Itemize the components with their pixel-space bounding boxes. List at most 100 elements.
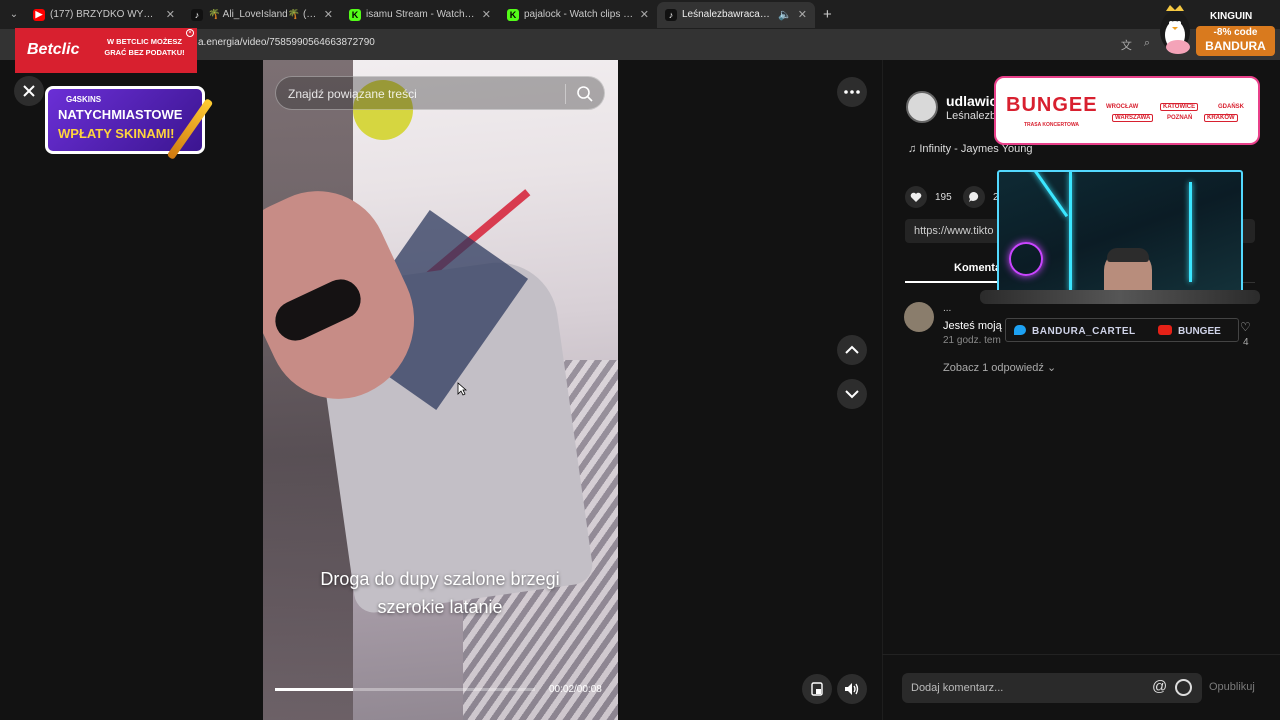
- chevron-down-icon: [845, 390, 859, 399]
- previous-video-button[interactable]: [837, 335, 867, 365]
- tab-title: Leśnalezbawracadodomu (@: [682, 9, 772, 20]
- caption-line: szerokie latanie: [377, 597, 503, 617]
- g4skins-logo: G4SKINS: [66, 95, 102, 104]
- tour-city: GDAŃSK: [1218, 104, 1245, 110]
- video-caption: Droga do dupy szalone brzegi szerokie la…: [270, 565, 610, 621]
- neon-light: [1019, 172, 1069, 218]
- details-panel: [882, 60, 1280, 720]
- kinguin-code: BANDURA: [1205, 39, 1266, 53]
- like-stat[interactable]: 195: [905, 186, 952, 208]
- video-player[interactable]: [263, 60, 618, 720]
- browser-tab-bar: ⌄ ▶ (177) BRZYDKO WYGLĄDAM? | ✕ ♪ 🌴 Ali_…: [0, 0, 1280, 29]
- browser-tab-active[interactable]: ♪ Leśnalezbawracadodomu (@ 🔈 ✕: [657, 1, 815, 28]
- kick-icon: K: [507, 8, 519, 21]
- footer-divider: [882, 654, 1280, 655]
- replies-label: Zobacz 1 odpowiedź: [943, 362, 1044, 374]
- lion-logo-icon: [1009, 242, 1043, 276]
- browser-tab[interactable]: K isamu Stream - Watch Live on K ✕: [341, 2, 499, 28]
- tab-title: pajalock - Watch clips on Kick: [524, 9, 634, 20]
- bungee-subtitle: TRASA KONCERTOWA: [1024, 122, 1079, 128]
- publish-button[interactable]: Opublikuj: [1209, 681, 1255, 693]
- tour-city: WARSZAWA: [1112, 114, 1154, 122]
- tour-city: WROCŁAW: [1106, 104, 1139, 110]
- tiktok-icon: ♪: [665, 8, 677, 21]
- kinguin-logo: KINGUIN: [1210, 11, 1253, 22]
- more-options-button[interactable]: [837, 77, 867, 107]
- tour-city: KRAKÓW: [1204, 114, 1238, 122]
- author-name[interactable]: udlawic: [946, 93, 997, 109]
- bungee-tour-overlay: BUNGEE TRASA KONCERTOWA WROCŁAW KATOWICE…: [994, 76, 1260, 145]
- url-text[interactable]: a.energia/video/7585990564663872790: [198, 37, 375, 48]
- mention-icon[interactable]: @: [1152, 678, 1167, 695]
- zoom-icon[interactable]: ⌕: [1144, 37, 1150, 53]
- streamer-socials-overlay: BANDURA_CARTEL BUNGEE: [1005, 318, 1239, 342]
- comment-like-count: 4: [1243, 337, 1249, 348]
- browser-tab[interactable]: ♪ 🌴 Ali_LoveIsland🌴 (@ali5call) ✕: [183, 2, 341, 28]
- chevron-up-icon: [845, 345, 859, 354]
- progress-fill: [275, 688, 353, 691]
- speaker-icon[interactable]: 🔈: [778, 8, 792, 21]
- kinguin-discount: -8% code: [1213, 27, 1258, 38]
- kick-icon: K: [349, 8, 361, 21]
- streamer-headset: [1107, 248, 1149, 262]
- video-search-bar[interactable]: Znajdź powiązane treści: [275, 76, 605, 110]
- translate-icon[interactable]: 文: [1121, 37, 1132, 53]
- close-icon[interactable]: ✕: [166, 8, 175, 21]
- comment-time: 21 godz. tem: [943, 335, 1001, 346]
- browser-tab[interactable]: ▶ (177) BRZYDKO WYGLĄDAM? | ✕: [25, 2, 183, 28]
- twitter-icon: [1014, 325, 1026, 335]
- chevron-down-icon: ⌄: [1046, 362, 1057, 374]
- caption-line: Droga do dupy szalone brzegi: [320, 569, 560, 589]
- next-video-button[interactable]: [837, 379, 867, 409]
- comment-icon[interactable]: [963, 186, 985, 208]
- tour-city: KATOWICE: [1160, 103, 1199, 111]
- betclic-ad-overlay: Betclic W BETCLIC MOŻESZ GRAĆ BEZ PODATK…: [15, 28, 197, 73]
- penguin-mascot-icon: [1160, 5, 1190, 54]
- avatar[interactable]: [906, 91, 938, 123]
- author-nickname[interactable]: Leśnalezb: [946, 110, 996, 122]
- close-icon: ×: [186, 29, 194, 37]
- comment-stat[interactable]: 2: [963, 186, 999, 208]
- new-tab-button[interactable]: +: [823, 6, 832, 23]
- like-count: 195: [935, 191, 952, 203]
- close-video-button[interactable]: [14, 76, 44, 106]
- g4skins-headline: NATYCHMIASTOWE: [58, 107, 183, 122]
- kinguin-ad-overlay: KINGUIN -8% code BANDURA: [1152, 3, 1277, 58]
- emoji-icon[interactable]: [1175, 679, 1192, 696]
- browser-tab[interactable]: K pajalock - Watch clips on Kick ✕: [499, 2, 657, 28]
- tour-city: POZNAŃ: [1167, 115, 1193, 121]
- close-icon[interactable]: ✕: [324, 8, 333, 21]
- comment-text: Jesteś moją: [943, 320, 1002, 332]
- view-replies-button[interactable]: Zobacz 1 odpowiedź ⌄: [943, 361, 1056, 374]
- neon-light: [1069, 172, 1072, 292]
- close-icon[interactable]: ✕: [482, 8, 491, 21]
- pip-icon: [811, 682, 823, 696]
- music-note-icon: ♫: [908, 143, 920, 155]
- volume-button[interactable]: [837, 674, 867, 704]
- search-icon[interactable]: [576, 85, 594, 103]
- close-icon[interactable]: ✕: [798, 8, 807, 21]
- speaker-icon: [845, 683, 859, 695]
- youtube-handle: BUNGEE: [1178, 326, 1221, 337]
- comment-author[interactable]: ...: [943, 303, 951, 314]
- betclic-logo: Betclic: [27, 41, 80, 58]
- close-icon: [23, 85, 35, 97]
- tab-title: (177) BRZYDKO WYGLĄDAM? |: [50, 9, 160, 20]
- close-icon[interactable]: ✕: [640, 8, 649, 21]
- avatar[interactable]: [904, 302, 934, 332]
- kinguin-code-badge: -8% code BANDURA: [1196, 26, 1275, 56]
- heart-outline-icon[interactable]: ♡: [1240, 320, 1251, 334]
- streamer-webcam-overlay: [997, 170, 1243, 296]
- heart-icon[interactable]: [905, 186, 927, 208]
- search-input[interactable]: Znajdź powiązane treści: [288, 87, 417, 101]
- comment-input[interactable]: Dodaj komentarz... @: [902, 673, 1202, 703]
- youtube-icon: ▶: [33, 8, 45, 21]
- video-time: 00:02/00:08: [549, 684, 602, 695]
- more-dots-icon: [844, 90, 860, 94]
- link-text: https://www.tikto: [914, 225, 994, 237]
- picture-in-picture-button[interactable]: [802, 674, 832, 704]
- video-progress-bar[interactable]: [275, 688, 535, 691]
- neon-light: [1189, 182, 1192, 282]
- tab-search-button[interactable]: ⌄: [3, 4, 25, 26]
- twitter-handle: BANDURA_CARTEL: [1032, 326, 1136, 337]
